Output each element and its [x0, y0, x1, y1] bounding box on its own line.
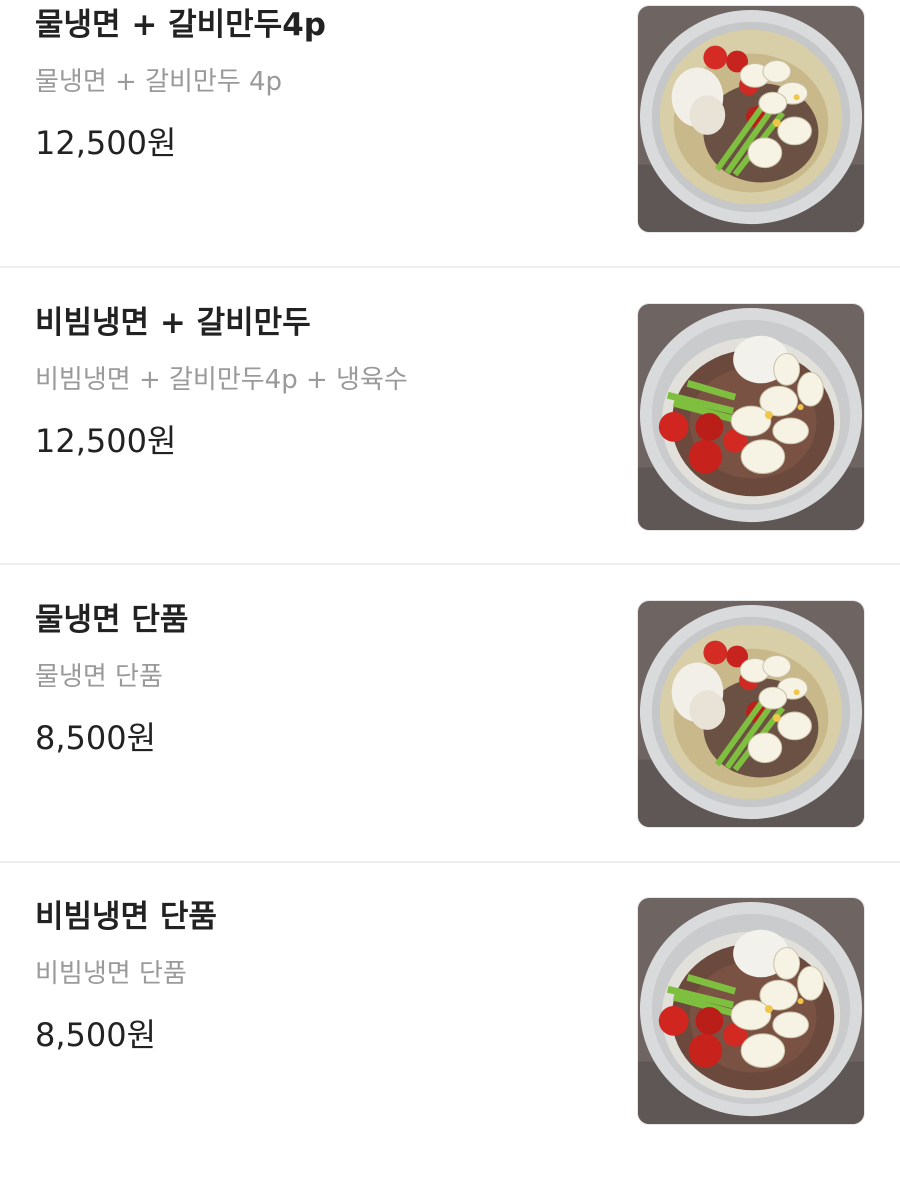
mul-naengmyeon-photo-icon[interactable]	[637, 600, 865, 828]
menu-item[interactable]: 비빔냉면 단품 비빔냉면 단품 8,500원	[0, 882, 900, 1180]
bibim-naengmyeon-photo-icon[interactable]	[637, 303, 865, 531]
item-name: 물냉면 + 갈비만두4p	[35, 7, 326, 43]
menu-item[interactable]: 물냉면 단품 물냉면 단품 8,500원	[0, 585, 900, 883]
item-description: 물냉면 단품	[35, 662, 163, 692]
item-description: 물냉면 + 갈비만두 4p	[35, 67, 283, 97]
item-price: 8,500원	[35, 1016, 157, 1054]
item-description: 비빔냉면 단품	[35, 959, 187, 989]
item-name: 비빔냉면 단품	[35, 899, 217, 935]
item-description: 비빔냉면 + 갈비만두4p + 냉육수	[35, 365, 408, 395]
divider	[0, 266, 900, 268]
menu-item[interactable]: 물냉면 + 갈비만두4p 물냉면 + 갈비만두 4p 12,500원	[0, 0, 900, 288]
divider	[0, 563, 900, 565]
item-name: 물냉면 단품	[35, 602, 189, 638]
bibim-naengmyeon-photo-icon[interactable]	[637, 897, 865, 1125]
item-price: 8,500원	[35, 719, 157, 757]
item-price: 12,500원	[35, 124, 177, 162]
item-price: 12,500원	[35, 422, 177, 460]
menu-list: 물냉면 + 갈비만두4p 물냉면 + 갈비만두 4p 12,500원 비빔냉면 …	[0, 0, 900, 1142]
mul-naengmyeon-photo-icon[interactable]	[637, 5, 865, 233]
divider	[0, 861, 900, 863]
menu-item[interactable]: 비빔냉면 + 갈비만두 비빔냉면 + 갈비만두4p + 냉육수 12,500원	[0, 288, 900, 586]
item-name: 비빔냉면 + 갈비만두	[35, 305, 311, 341]
